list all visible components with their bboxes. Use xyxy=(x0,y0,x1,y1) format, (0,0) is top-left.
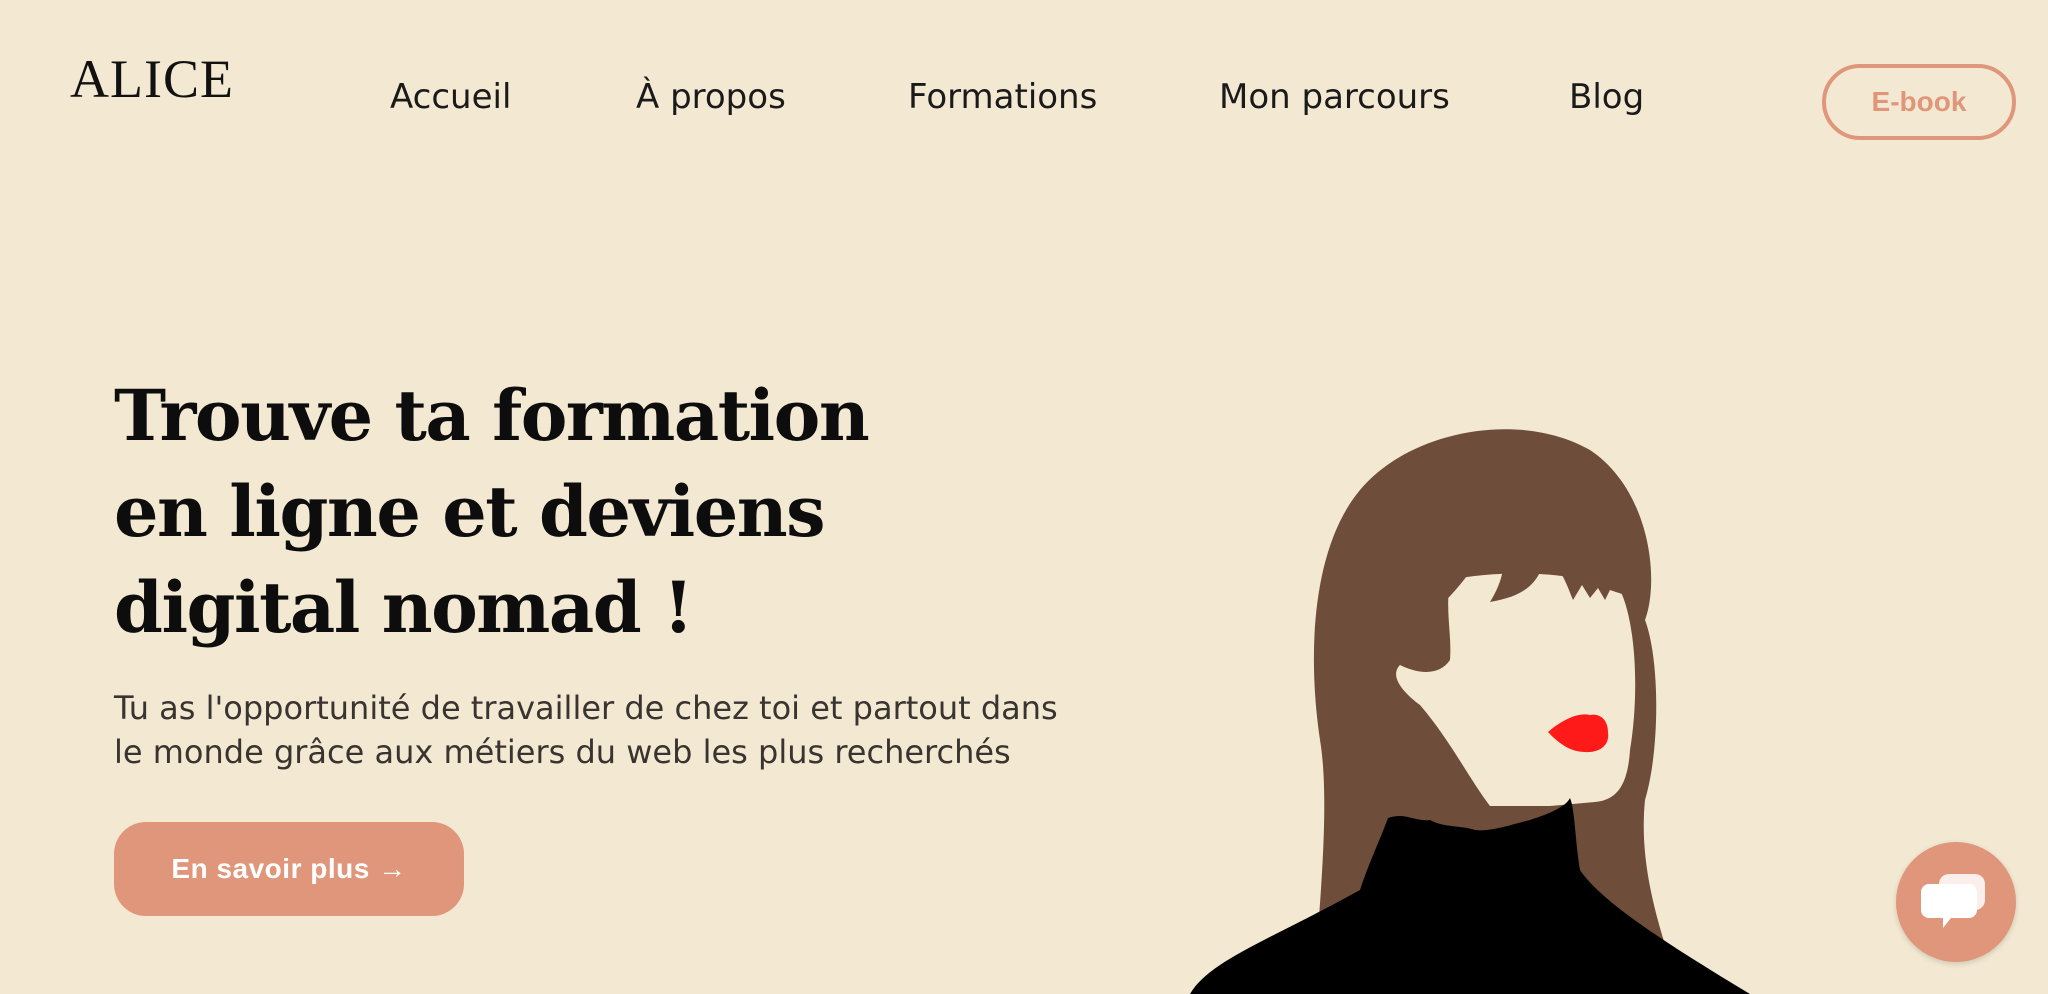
nav-item-formations[interactable]: Formations xyxy=(908,80,1097,114)
nav-item-blog[interactable]: Blog xyxy=(1569,80,1644,114)
nav-item-a-propos[interactable]: À propos xyxy=(636,80,786,114)
nav-item-accueil[interactable]: Accueil xyxy=(390,80,511,114)
chat-button[interactable] xyxy=(1896,842,2016,962)
site-logo[interactable]: ALICE xyxy=(70,52,234,106)
hero-subtitle: Tu as l'opportunité de travailler de che… xyxy=(114,689,1058,771)
woman-illustration xyxy=(1190,429,1750,994)
chat-bubbles-icon xyxy=(1921,874,1985,928)
hero-title: Trouve ta formation en ligne et deviens … xyxy=(114,374,870,649)
site-header: ALICE Accueil À propos Formations Mon pa… xyxy=(0,0,2048,200)
nav-item-mon-parcours[interactable]: Mon parcours xyxy=(1219,80,1450,114)
ebook-button[interactable]: E-book xyxy=(1822,64,2016,140)
learn-more-button[interactable]: En savoir plus → xyxy=(114,822,464,916)
